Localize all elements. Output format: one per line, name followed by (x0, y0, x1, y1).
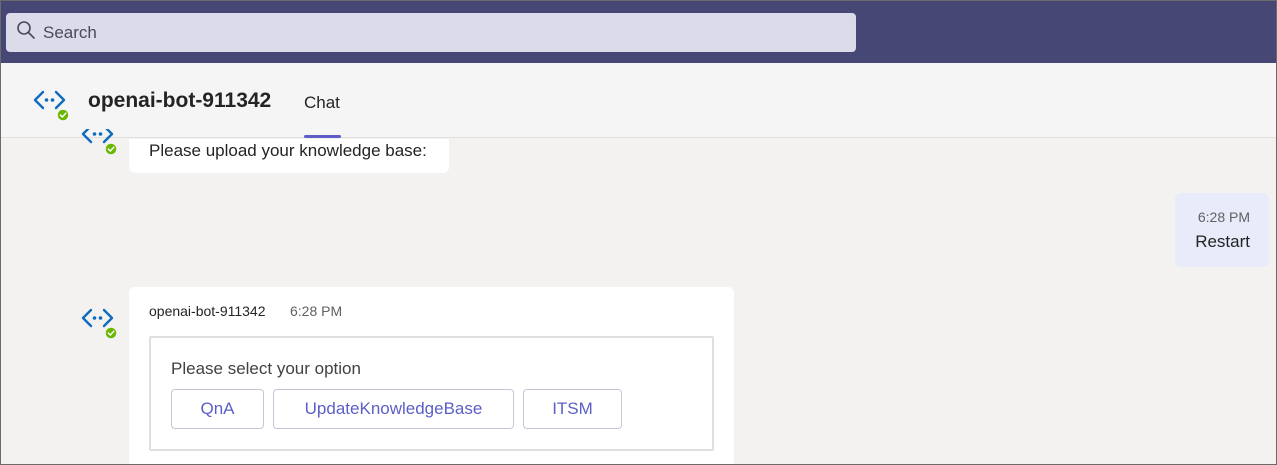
tab-chat-label: Chat (304, 93, 340, 112)
bot-message-bubble: Please upload your knowledge base: (129, 139, 449, 173)
tab-active-indicator (304, 135, 341, 138)
search-placeholder: Search (43, 22, 97, 42)
bot-avatar-icon[interactable] (33, 85, 70, 122)
itsm-button[interactable]: ITSM (523, 389, 622, 429)
message-timestamp: 6:28 PM (290, 303, 343, 319)
bot-avatar-partial (81, 129, 117, 159)
user-message-bubble: 6:28 PM Restart (1175, 193, 1269, 267)
tab-chat[interactable]: Chat (304, 93, 341, 138)
chat-title: openai-bot-911342 (88, 89, 272, 112)
chat-area[interactable]: Please upload your knowledge base: 6:28 … (1, 129, 1276, 464)
search-icon (16, 20, 36, 45)
bot-avatar-icon[interactable] (81, 303, 118, 340)
user-message-text: Restart (1195, 232, 1250, 251)
user-message-time: 6:28 PM (1197, 209, 1250, 225)
adaptive-card: Please select your option QnA UpdateKnow… (149, 336, 714, 451)
update-knowledge-base-button[interactable]: UpdateKnowledgeBase (273, 389, 514, 429)
chat-header: openai-bot-911342 Chat (1, 63, 1276, 138)
search-input[interactable]: Search (6, 13, 856, 52)
qna-button[interactable]: QnA (171, 389, 264, 429)
bot-card-message: openai-bot-911342 6:28 PM Please select … (129, 287, 734, 464)
top-bar: Search (1, 1, 1276, 63)
bot-avatar-icon (81, 129, 117, 156)
card-prompt: Please select your option (171, 359, 361, 378)
bot-message-text: Please upload your knowledge base: (149, 141, 427, 160)
message-sender-name: openai-bot-911342 (149, 303, 266, 319)
teams-window: Search openai-bot-911342 Chat Please upl… (0, 0, 1277, 465)
